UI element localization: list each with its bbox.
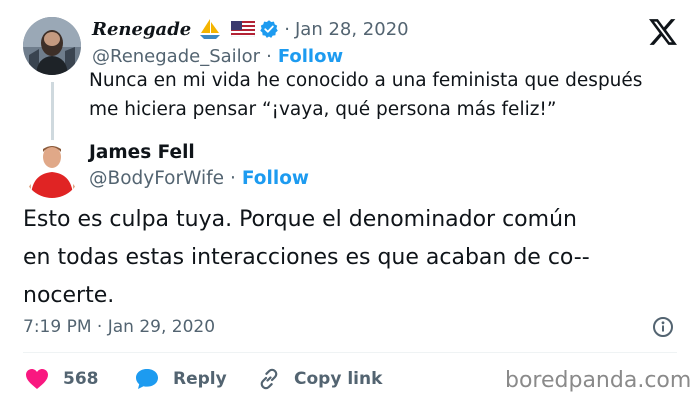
thread-connector	[51, 82, 54, 148]
reply-label: Reply	[173, 369, 227, 389]
follow-button-reply[interactable]: Follow	[242, 168, 309, 189]
quoted-text-line-2: me hiciera pensar “¡vaya, qué persona má…	[89, 99, 557, 120]
link-icon	[257, 367, 281, 391]
divider	[23, 352, 677, 353]
reply-text-line-3: nocerte.	[23, 283, 115, 308]
copy-link-label: Copy link	[294, 369, 383, 389]
date-separator: ·	[284, 18, 290, 40]
handle-separator: ·	[266, 45, 272, 67]
x-logo-icon[interactable]	[649, 19, 677, 49]
reply-button[interactable]: Reply	[135, 366, 227, 392]
like-button[interactable]: 568	[25, 366, 99, 392]
reply-text-line-2: en todas estas interacciones es que acab…	[23, 245, 590, 270]
avatar-james-fell[interactable]	[23, 140, 81, 198]
reply-text-line-1: Esto es culpa tuya. Porque el denominado…	[23, 207, 577, 232]
heart-icon	[25, 368, 49, 390]
reply-display-name[interactable]: James Fell	[89, 142, 195, 163]
reply-handle[interactable]: @BodyForWife	[89, 168, 224, 189]
follow-button-quoted[interactable]: Follow	[278, 46, 343, 67]
us-flag-emoji-icon	[231, 21, 256, 37]
sailboat-emoji-icon	[198, 18, 222, 40]
reply-timestamp[interactable]: 7:19 PM · Jan 29, 2020	[23, 315, 215, 339]
boredpanda-watermark: boredpanda.com	[505, 368, 692, 393]
verified-icon	[259, 19, 279, 39]
like-count: 568	[63, 369, 99, 389]
avatar-renegade[interactable]	[23, 17, 81, 75]
quoted-handle[interactable]: @Renegade_Sailor	[92, 46, 260, 67]
quoted-text-line-1: Nunca en mi vida he conocido a una femin…	[89, 70, 643, 91]
info-icon[interactable]	[652, 316, 674, 342]
reply-handle-separator: ·	[230, 167, 236, 189]
reply-icon	[135, 368, 159, 390]
copy-link-button[interactable]: Copy link	[257, 366, 382, 392]
quoted-display-name[interactable]: Renegade	[92, 19, 191, 40]
quoted-date[interactable]: Jan 28, 2020	[295, 19, 409, 40]
